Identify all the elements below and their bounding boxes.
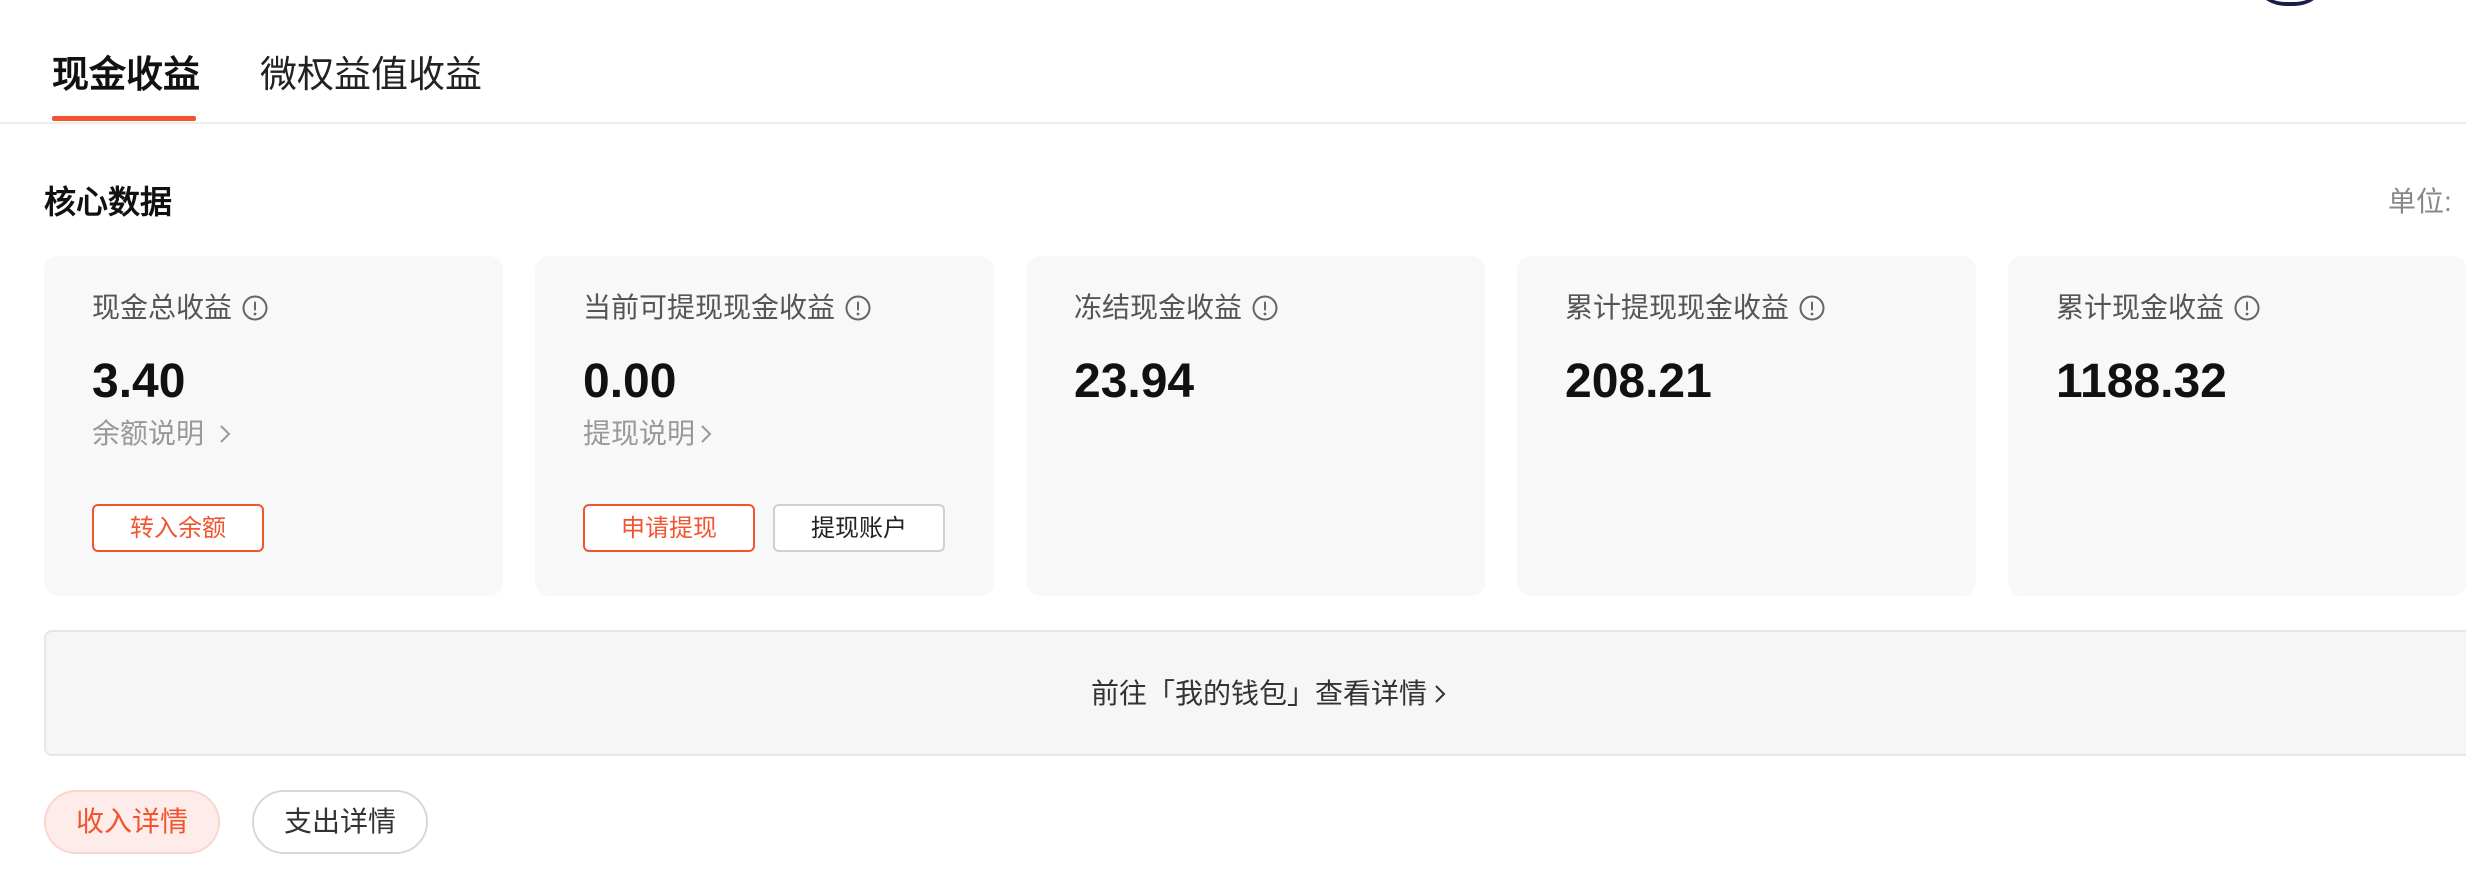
card-title-row: 累计提现现金收益 xyxy=(1565,288,1825,328)
tab-cash-earnings[interactable]: 现金收益 xyxy=(52,50,200,100)
info-circle-icon[interactable] xyxy=(1252,295,1278,321)
link-label: 提现说明 xyxy=(583,418,696,449)
card-value: 23.94 xyxy=(1074,355,1195,408)
chevron-right-icon xyxy=(701,425,712,443)
withdrawal-explanation-link[interactable]: 提现说明 xyxy=(583,414,713,454)
card-value: 3.40 xyxy=(92,355,186,408)
active-tab-indicator xyxy=(52,116,196,121)
my-wallet-link-bar[interactable]: 前往「我的钱包」查看详情 xyxy=(44,630,2466,756)
tab-micro-equity-earnings[interactable]: 微权益值收益 xyxy=(260,50,482,100)
card-cumulative-withdrawn-earnings: 累计提现现金收益 208.21 xyxy=(1517,256,1976,596)
chevron-right-icon xyxy=(1435,685,1446,703)
withdrawal-account-button[interactable]: 提现账户 xyxy=(773,504,945,552)
card-title: 累计现金收益 xyxy=(2056,292,2225,323)
info-circle-icon[interactable] xyxy=(1799,295,1825,321)
link-label: 余额说明 xyxy=(92,418,205,449)
income-details-tab[interactable]: 收入详情 xyxy=(44,790,220,854)
card-value: 0.00 xyxy=(583,355,677,408)
card-title: 当前可提现现金收益 xyxy=(583,292,836,323)
card-title-row: 累计现金收益 xyxy=(2056,288,2260,328)
card-title-row: 冻结现金收益 xyxy=(1074,288,1278,328)
info-circle-icon[interactable] xyxy=(2234,295,2260,321)
card-title-row: 当前可提现现金收益 xyxy=(583,288,871,328)
card-frozen-cash-earnings: 冻结现金收益 23.94 xyxy=(1026,256,1485,596)
card-title: 冻结现金收益 xyxy=(1074,292,1243,323)
card-value: 208.21 xyxy=(1565,355,1712,408)
chevron-right-icon xyxy=(220,425,231,443)
balance-explanation-link[interactable]: 余额说明 xyxy=(92,414,232,454)
info-circle-icon[interactable] xyxy=(845,295,871,321)
section-title: 核心数据 xyxy=(44,184,173,220)
card-value: 1188.32 xyxy=(2056,355,2227,408)
card-cumulative-cash-earnings: 累计现金收益 1188.32 xyxy=(2008,256,2466,596)
expense-details-tab[interactable]: 支出详情 xyxy=(252,790,428,854)
transfer-to-balance-button[interactable]: 转入余额 xyxy=(92,504,264,552)
card-total-cash-earnings: 现金总收益 3.40 余额说明 转入余额 xyxy=(44,256,503,596)
wallet-link-label: 前往「我的钱包」查看详情 xyxy=(1091,678,1428,709)
apply-withdrawal-button[interactable]: 申请提现 xyxy=(583,504,755,552)
wallet-link[interactable]: 前往「我的钱包」查看详情 xyxy=(1091,672,1447,716)
info-circle-icon[interactable] xyxy=(242,295,268,321)
card-title: 现金总收益 xyxy=(92,292,233,323)
card-title-row: 现金总收益 xyxy=(92,288,268,328)
card-title: 累计提现现金收益 xyxy=(1565,292,1790,323)
card-withdrawable-cash-earnings: 当前可提现现金收益 0.00 提现说明 申请提现 提现账户 xyxy=(535,256,994,596)
earnings-tab-bar: 现金收益 微权益值收益 xyxy=(0,0,2466,124)
unit-label: 单位: xyxy=(2388,186,2452,217)
